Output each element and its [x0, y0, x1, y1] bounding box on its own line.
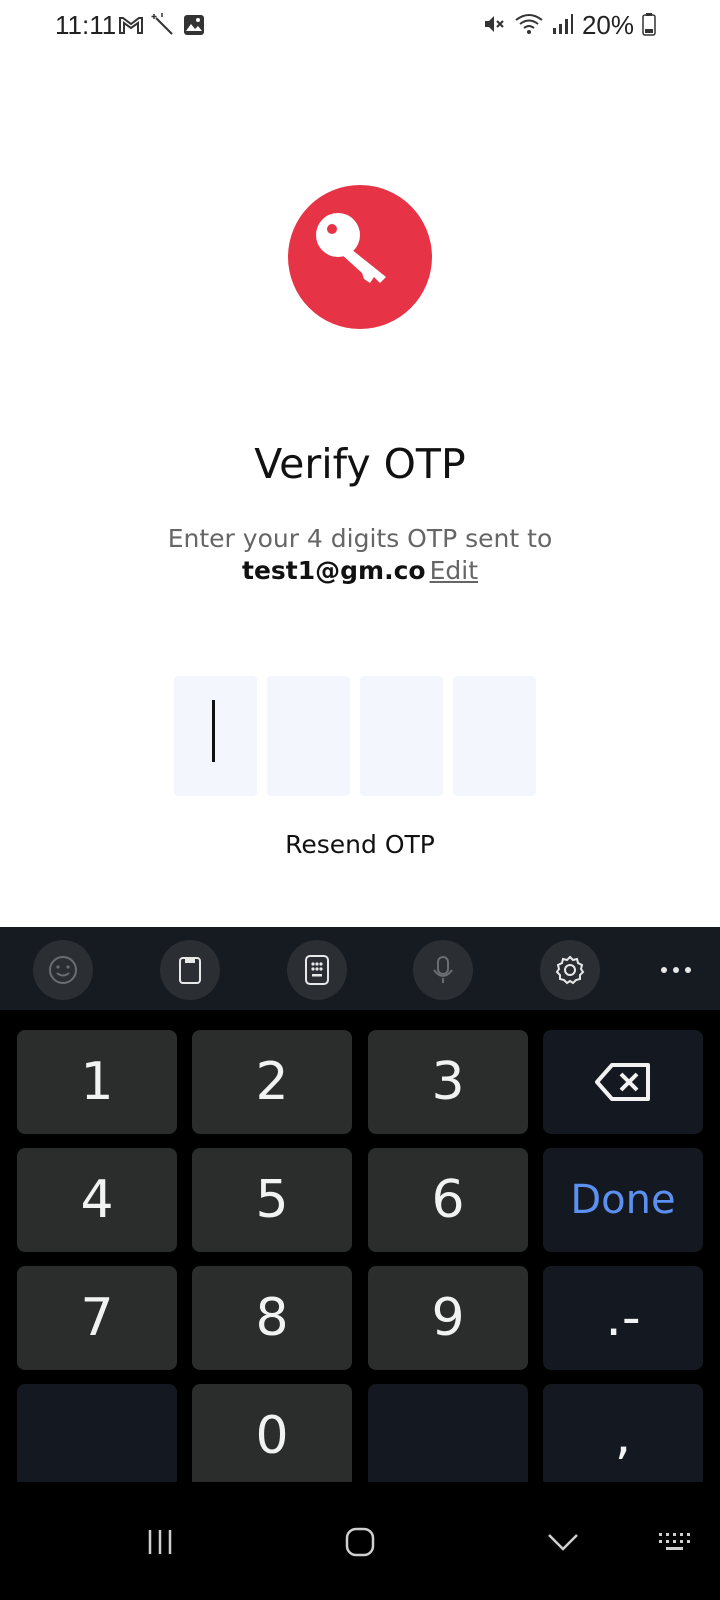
otp-input-group	[174, 676, 536, 796]
status-left-icons	[118, 12, 206, 42]
comma-key[interactable]: ,	[543, 1384, 703, 1488]
status-time: 11:11	[55, 10, 117, 40]
email-address: test1@gm.co	[242, 556, 426, 585]
otp-instructions: Enter your 4 digits OTP sent to	[167, 524, 553, 553]
key-6[interactable]: 6	[368, 1148, 528, 1252]
email-line: test1@gm.co Edit	[0, 556, 720, 585]
battery-icon	[642, 12, 656, 40]
key-4[interactable]: 4	[17, 1148, 177, 1252]
signal-icon	[552, 12, 574, 40]
wifi-icon	[514, 12, 544, 40]
otp-digit-1[interactable]	[174, 676, 257, 796]
done-key[interactable]: Done	[543, 1148, 703, 1252]
more-icon[interactable]	[646, 940, 706, 1000]
text-cursor	[212, 700, 215, 762]
key-2[interactable]: 2	[192, 1030, 352, 1134]
key-1[interactable]: 1	[17, 1030, 177, 1134]
recents-icon[interactable]	[130, 1512, 190, 1572]
otp-digit-3[interactable]	[360, 676, 443, 796]
key-3[interactable]: 3	[368, 1030, 528, 1134]
emoji-icon[interactable]	[33, 940, 93, 1000]
home-icon[interactable]	[330, 1512, 390, 1572]
page-title: Verify OTP	[254, 440, 466, 488]
battery-percent: 20%	[581, 10, 634, 40]
key-0[interactable]: 0	[192, 1384, 352, 1488]
key-8[interactable]: 8	[192, 1266, 352, 1370]
gallery-icon	[182, 13, 206, 41]
magic-wand-icon	[150, 12, 176, 42]
key-5[interactable]: 5	[192, 1148, 352, 1252]
mute-icon	[482, 12, 506, 40]
resend-otp-button[interactable]: Resend OTP	[0, 830, 720, 859]
dot-dash-key[interactable]: .-	[543, 1266, 703, 1370]
back-icon[interactable]	[533, 1512, 593, 1572]
navigation-bar	[0, 1482, 720, 1600]
backspace-key[interactable]	[543, 1030, 703, 1134]
empty-key-left	[17, 1384, 177, 1488]
numeric-keyboard: 1 2 3 4 5 6 Done 7 8 9 .- 0 ,	[0, 927, 720, 1488]
keypad-icon[interactable]	[287, 940, 347, 1000]
edit-email-link[interactable]: Edit	[430, 556, 478, 585]
clipboard-icon[interactable]	[160, 940, 220, 1000]
key-icon	[288, 185, 432, 329]
key-7[interactable]: 7	[17, 1266, 177, 1370]
empty-key-right	[368, 1384, 528, 1488]
keyboard-icon[interactable]	[646, 1512, 706, 1572]
status-right: 20%	[482, 10, 656, 41]
settings-icon[interactable]	[540, 940, 600, 1000]
mic-icon[interactable]	[413, 940, 473, 1000]
keyboard-toolbar	[0, 927, 720, 1010]
backspace-icon	[595, 1063, 650, 1101]
otp-digit-2[interactable]	[267, 676, 350, 796]
otp-digit-4[interactable]	[453, 676, 536, 796]
key-9[interactable]: 9	[368, 1266, 528, 1370]
gmail-icon	[118, 14, 144, 40]
status-bar: 11:11 20%	[0, 0, 720, 52]
